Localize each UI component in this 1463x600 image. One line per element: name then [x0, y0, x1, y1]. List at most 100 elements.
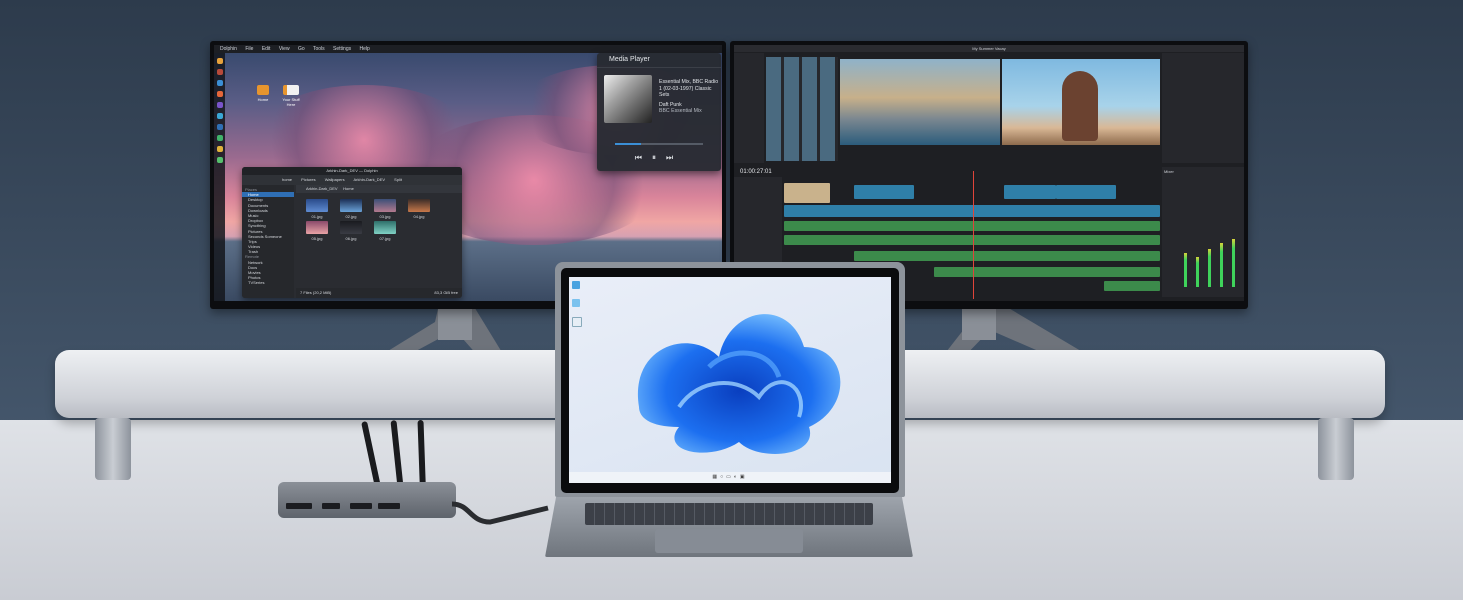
start-icon[interactable]: ▦	[712, 474, 720, 480]
dock-app-icon[interactable]	[216, 80, 223, 86]
audio-track[interactable]	[934, 267, 1160, 277]
top-menubar: Dolphin File Edit View Go Tools Settings…	[214, 45, 722, 53]
audio-track[interactable]	[854, 251, 1160, 261]
media-player-title: Media Player	[609, 56, 650, 63]
folder-icon[interactable]: ▭	[726, 474, 734, 480]
usb-hub	[278, 482, 456, 518]
desktop-icon-label: Home	[257, 97, 269, 102]
status-file-count: 7 Files (20,2 MiB)	[300, 290, 332, 295]
document-icon	[283, 85, 299, 95]
timeline-timecode: 01:00:27:01	[740, 169, 772, 175]
file-view: Arkhin-Dark_DEV Home 01.jpg 02.jpg 03.jp…	[296, 185, 462, 288]
menu-edit[interactable]: Edit	[262, 46, 271, 52]
timeline-clip[interactable]	[1004, 185, 1056, 199]
file-item[interactable]: 03.jpg	[370, 199, 400, 219]
next-icon[interactable]: ⏭	[666, 153, 683, 162]
timeline-clip[interactable]	[854, 185, 914, 199]
media-pool-bins	[734, 53, 764, 163]
dock-app-icon[interactable]	[216, 102, 223, 108]
media-player-popup: Media Player Essential Mix, BBC Radio 1 …	[597, 53, 721, 171]
menu-help[interactable]: Help	[360, 46, 370, 52]
desktop-shortcut-icon[interactable]	[572, 281, 580, 289]
tab-current-folder[interactable]: Arkhin-Dark_DEV Home	[296, 185, 462, 193]
file-item[interactable]: 04.jpg	[404, 199, 434, 219]
menu-view[interactable]: View	[279, 46, 290, 52]
file-item[interactable]: 05.jpg	[302, 221, 332, 241]
track-metadata: Essential Mix, BBC Radio 1 (02-03-1997) …	[659, 79, 719, 115]
split-button[interactable]: Split	[394, 177, 402, 182]
audio-level-meter	[1208, 249, 1211, 287]
audio-track[interactable]	[784, 235, 1160, 245]
menu-tools[interactable]: Tools	[313, 46, 325, 52]
timeline-clip[interactable]	[784, 183, 830, 203]
file-item[interactable]: 06.jpg	[336, 221, 366, 241]
inspector-panel	[1162, 53, 1244, 163]
desktop-icon-label: Your Stuff Here	[282, 97, 300, 107]
audio-level-meter	[1184, 253, 1187, 287]
places-sidebar: Places Home Desktop Documents Downloads …	[242, 185, 294, 298]
pause-icon[interactable]: ⏸	[652, 153, 666, 162]
image-thumbnail	[340, 221, 362, 234]
dock-app-icon[interactable]	[216, 124, 223, 130]
desktop-shortcut-icon[interactable]	[572, 299, 580, 307]
side-dock	[214, 53, 225, 301]
image-thumbnail	[306, 199, 328, 212]
tab-label: Arkhin-Dark_DEV	[306, 186, 338, 191]
dock-app-icon[interactable]	[216, 146, 223, 152]
mixer-label: Mixer	[1164, 169, 1174, 174]
image-thumbnail	[374, 199, 396, 212]
track-album: BBC Essential Mix	[659, 108, 702, 114]
menu-file[interactable]: File	[245, 46, 253, 52]
recycle-bin-icon[interactable]	[572, 317, 582, 327]
windows-desktop: ▦○▭◐▣	[569, 277, 891, 483]
image-thumbnail	[374, 221, 396, 234]
file-item[interactable]: 07.jpg	[370, 221, 400, 241]
breadcrumb-pictures[interactable]: Pictures	[301, 177, 315, 182]
dock-app-icon[interactable]	[216, 58, 223, 64]
window-title: Arkhin-Dark_DEV — Dolphin	[242, 167, 462, 175]
previous-icon[interactable]: ⏮	[635, 153, 652, 162]
dock-app-icon[interactable]	[216, 135, 223, 141]
shelf-leg-left	[95, 418, 131, 480]
file-item[interactable]: 01.jpg	[302, 199, 332, 219]
taskbar: ▦○▭◐▣	[569, 472, 891, 483]
dock-app-icon[interactable]	[216, 69, 223, 75]
dock-app-icon[interactable]	[216, 113, 223, 119]
menu-app-name[interactable]: Dolphin	[220, 46, 237, 52]
playhead[interactable]	[973, 171, 974, 299]
dock-app-icon[interactable]	[216, 91, 223, 97]
sidebar-item-tvseries[interactable]: TVSeries	[242, 280, 294, 285]
desktop-icon-your-stuff[interactable]: Your Stuff Here	[278, 85, 304, 107]
menu-go[interactable]: Go	[298, 46, 305, 52]
desktop-icon-home[interactable]: Home	[250, 85, 276, 102]
trackpad	[655, 529, 803, 553]
file-item[interactable]: 02.jpg	[336, 199, 366, 219]
breadcrumb-home[interactable]: home	[282, 177, 292, 182]
project-title: My Summer Vacay	[734, 45, 1244, 52]
status-free-space: 83,3 GiB free	[434, 290, 458, 295]
file-manager-toolbar: home Pictures Wallpapers Arkhin-Dark_DEV…	[242, 175, 462, 185]
program-viewer	[1002, 59, 1160, 145]
menu-settings[interactable]: Settings	[333, 46, 351, 52]
audio-track[interactable]	[784, 221, 1160, 231]
usb-c-cable	[451, 501, 549, 525]
video-track[interactable]	[784, 205, 1160, 217]
timeline-clip[interactable]	[1056, 185, 1116, 199]
laptop-bezel: ▦○▭◐▣	[561, 268, 899, 493]
image-thumbnail	[306, 221, 328, 234]
laptop-keyboard	[585, 503, 873, 525]
image-thumbnail	[408, 199, 430, 212]
location-label: Home	[343, 186, 354, 191]
file-name: 05.jpg	[311, 236, 323, 241]
dock-app-icon[interactable]	[216, 157, 223, 163]
audio-level-meter	[1232, 239, 1235, 287]
file-name: 03.jpg	[379, 214, 391, 219]
audio-track[interactable]	[1104, 281, 1160, 291]
seek-bar[interactable]	[615, 143, 703, 145]
media-pool-thumbnails	[766, 57, 838, 161]
breadcrumb-wallpapers[interactable]: Wallpapers	[325, 177, 345, 182]
breadcrumb-current[interactable]: Arkhin-Dark_DEV	[353, 177, 385, 182]
file-manager-window: Arkhin-Dark_DEV — Dolphin home Pictures …	[242, 167, 462, 298]
store-icon[interactable]: ▣	[740, 474, 748, 480]
usb-port	[378, 503, 400, 509]
